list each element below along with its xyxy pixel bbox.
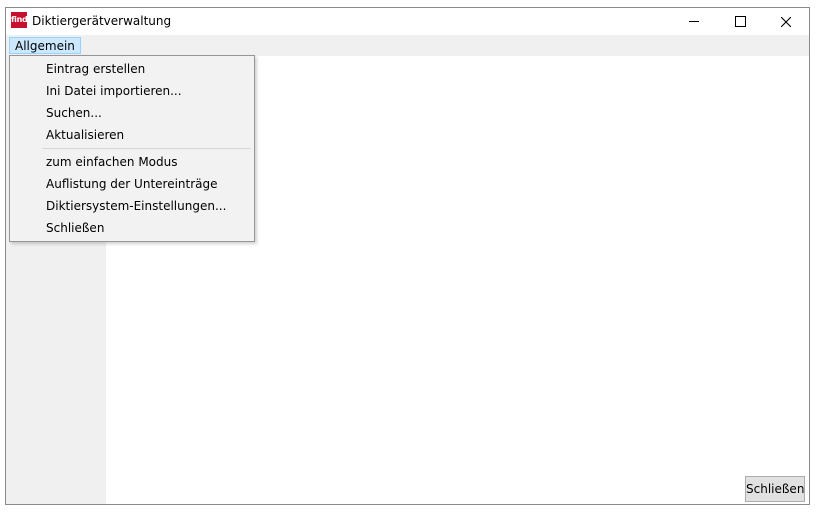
minimize-icon: [689, 21, 699, 22]
menu-allgemein[interactable]: Allgemein: [9, 37, 81, 54]
schliessen-button[interactable]: Schließen: [745, 476, 805, 502]
menu-bar: Allgemein: [6, 35, 809, 56]
app-find-icon: find: [11, 12, 28, 28]
close-window-button[interactable]: [763, 8, 809, 35]
menu-item-eintrag-erstellen[interactable]: Eintrag erstellen: [46, 58, 145, 80]
menu-item-suchen[interactable]: Suchen...: [46, 102, 102, 124]
window-title: Diktiergerätverwaltung: [32, 14, 172, 28]
menu-item-ini-datei-importieren[interactable]: Ini Datei importieren...: [46, 80, 182, 102]
menu-item-einfacher-modus[interactable]: zum einfachen Modus: [46, 151, 177, 173]
minimize-button[interactable]: [671, 8, 717, 35]
close-icon: [781, 16, 791, 27]
menu-item-schliessen[interactable]: Schließen: [46, 217, 104, 239]
maximize-icon: [734, 16, 746, 27]
menu-item-auflistung-untereintraege[interactable]: Auflistung der Untereinträge: [46, 173, 218, 195]
menu-item-diktiersystem-einstellungen[interactable]: Diktiersystem-Einstellungen...: [46, 195, 226, 217]
menu-separator: [42, 148, 251, 149]
maximize-button[interactable]: [717, 8, 763, 35]
menu-item-aktualisieren[interactable]: Aktualisieren: [46, 124, 124, 146]
app-window: find Diktiergerätverwaltung Allgemein Ei…: [5, 7, 810, 505]
allgemein-dropdown-menu: Eintrag erstellen Ini Datei importieren.…: [9, 55, 255, 242]
title-bar[interactable]: find Diktiergerätverwaltung: [6, 8, 809, 35]
